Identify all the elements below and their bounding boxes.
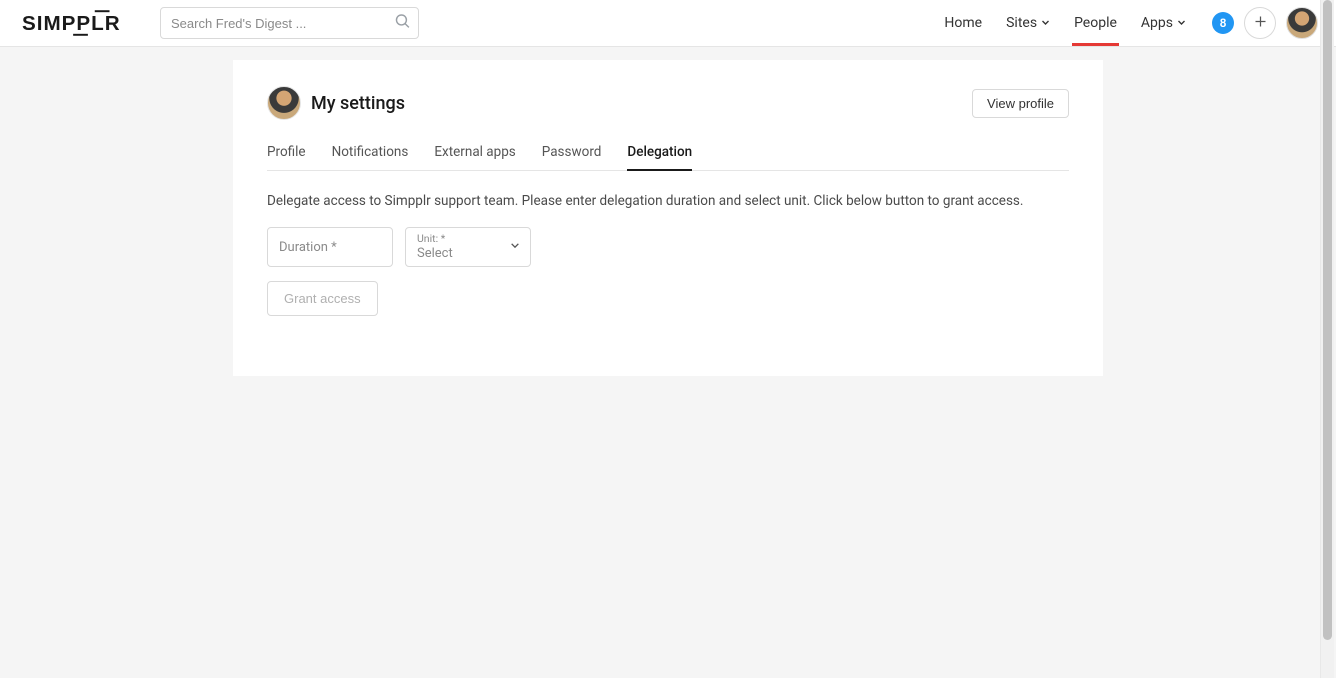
nav-apps-label: Apps [1141,15,1173,31]
search-container [160,7,419,39]
notification-badge[interactable]: 8 [1212,12,1234,34]
notification-count: 8 [1220,16,1227,30]
page-body: My settings View profile Profile Notific… [0,47,1336,678]
nav-people-label: People [1074,15,1117,31]
delegation-description: Delegate access to Simpplr support team.… [267,191,1069,211]
scrollbar-track[interactable] [1320,0,1334,678]
tab-password[interactable]: Password [542,136,602,170]
view-profile-button[interactable]: View profile [972,89,1069,118]
unit-value: Select [417,246,453,262]
add-button[interactable] [1244,7,1276,39]
nav-apps[interactable]: Apps [1129,0,1198,46]
tab-notifications[interactable]: Notifications [332,136,409,170]
chevron-down-icon [510,240,520,255]
delegation-form-row: Duration * Unit: * Select [267,227,1069,267]
nav-people[interactable]: People [1062,0,1129,46]
page-title: My settings [311,93,405,114]
settings-tabs: Profile Notifications External apps Pass… [267,136,1069,171]
tab-external-apps[interactable]: External apps [434,136,515,170]
settings-card: My settings View profile Profile Notific… [233,60,1103,376]
duration-label: Duration * [279,240,337,255]
unit-select[interactable]: Unit: * Select [405,227,531,267]
tab-profile[interactable]: Profile [267,136,306,170]
nav-home-label: Home [944,15,982,31]
duration-input[interactable]: Duration * [267,227,393,267]
nav-sites-label: Sites [1006,15,1037,31]
brand-logo[interactable]: SIMPPLR [22,7,140,39]
primary-nav: Home Sites People Apps 8 [932,0,1318,46]
tab-delegation[interactable]: Delegation [627,136,692,170]
nav-sites[interactable]: Sites [994,0,1062,46]
search-input[interactable] [160,7,419,39]
settings-header: My settings View profile [267,86,1069,120]
nav-home[interactable]: Home [932,0,994,46]
plus-icon [1253,14,1268,33]
unit-label: Unit: * [417,233,445,246]
simpplr-logo-svg: SIMPPLR [22,7,140,39]
svg-text:SIMPPLR: SIMPPLR [22,12,121,35]
user-avatar-menu[interactable] [1286,7,1318,39]
top-navigation-bar: SIMPPLR Home Sites People Apps [0,0,1336,47]
chevron-down-icon [1041,15,1050,31]
chevron-down-icon [1177,15,1186,31]
profile-avatar [267,86,301,120]
scrollbar-thumb[interactable] [1323,0,1332,640]
search-icon[interactable] [394,13,411,34]
grant-access-button[interactable]: Grant access [267,281,378,316]
